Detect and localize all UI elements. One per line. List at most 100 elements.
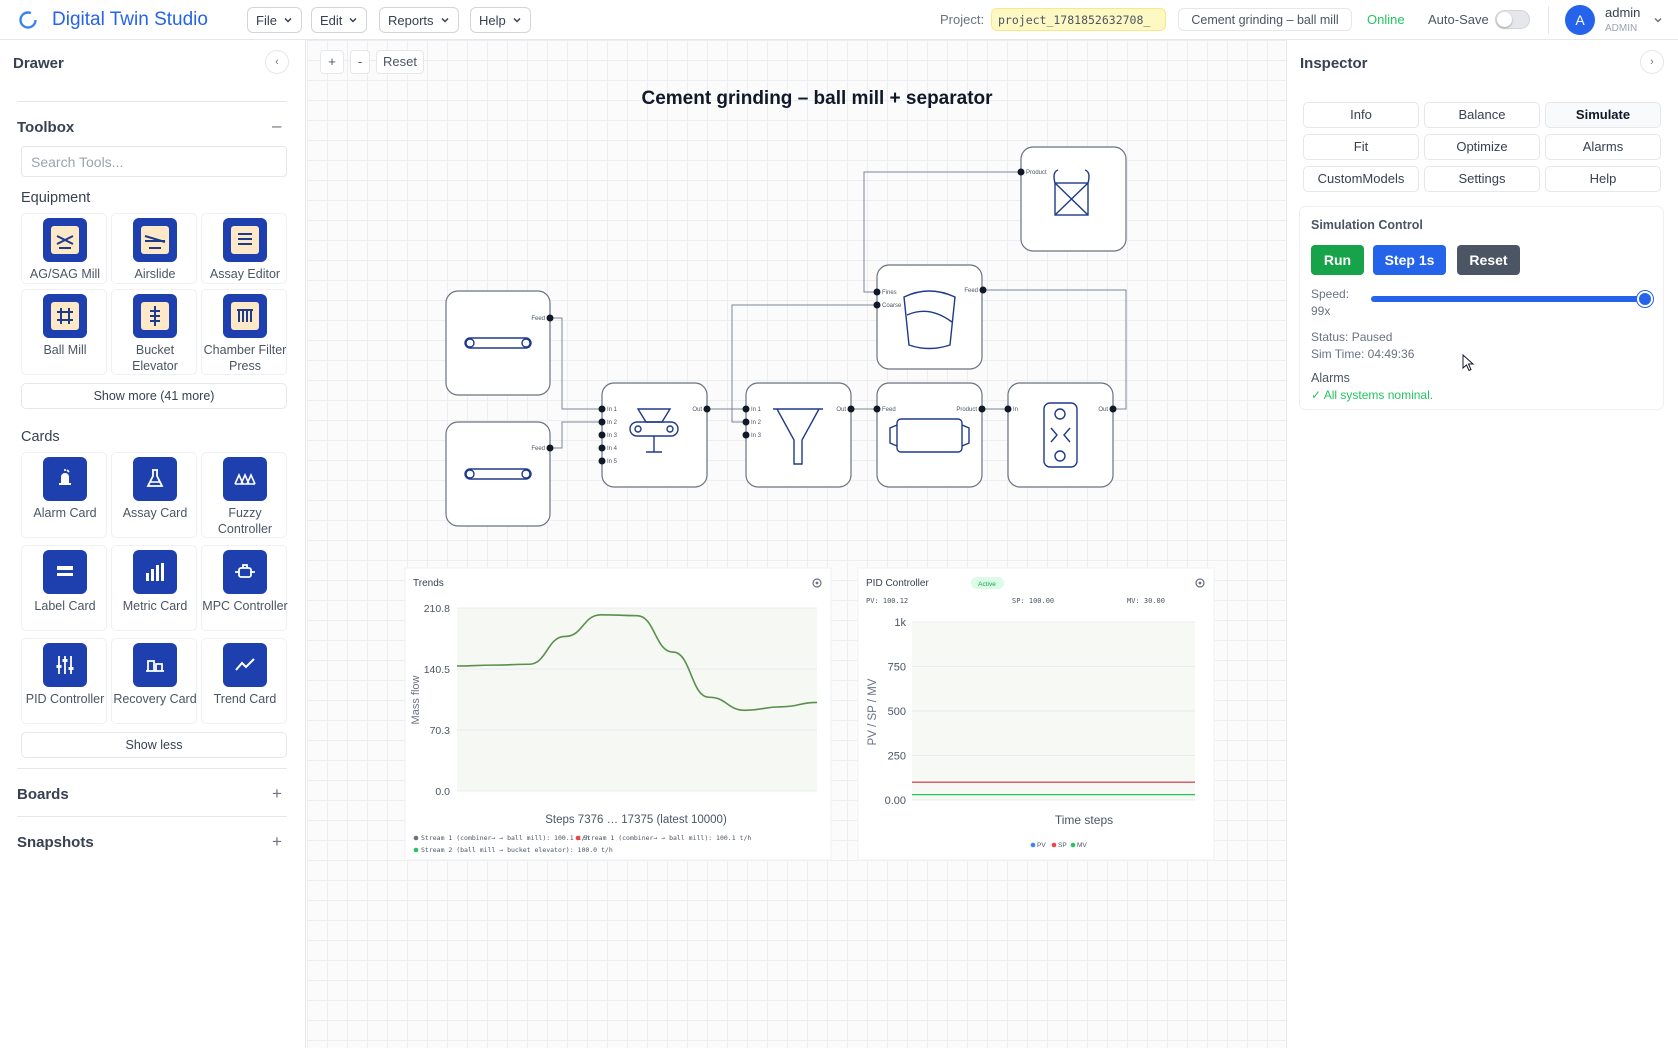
- port[interactable]: [1109, 405, 1117, 413]
- tile-label: PID Controller: [25, 692, 105, 706]
- tool-assay-card[interactable]: Assay Card: [111, 452, 197, 538]
- slider-thumb[interactable]: [1636, 291, 1653, 307]
- tool-ag-sag-mill[interactable]: AG/SAG Mill: [21, 213, 107, 284]
- tool-bucket-elevator[interactable]: Bucket Elevator: [111, 289, 197, 375]
- show-less-button[interactable]: Show less: [21, 732, 287, 758]
- port[interactable]: [742, 431, 750, 439]
- port[interactable]: [598, 405, 606, 413]
- tab-optimize[interactable]: Optimize: [1424, 134, 1540, 160]
- step-button[interactable]: Step 1s: [1373, 245, 1446, 275]
- tool-trend-card[interactable]: Trend Card: [201, 638, 287, 724]
- legend-dot: [1051, 842, 1057, 848]
- tile-label: Bucket Elevator: [132, 343, 178, 373]
- node-ball-mill[interactable]: [876, 382, 983, 488]
- node-feeder-2[interactable]: [445, 421, 551, 527]
- port[interactable]: [847, 405, 855, 413]
- port[interactable]: [703, 405, 711, 413]
- expand-snapshots-button[interactable]: +: [272, 832, 282, 852]
- tab-settings[interactable]: Settings: [1424, 166, 1540, 192]
- legend-item: Stream 1 (combiner→ → ball mill): 100.1 …: [421, 834, 589, 842]
- tile-label: Recovery Card: [113, 692, 197, 706]
- port-label: Feed: [964, 288, 978, 294]
- avatar[interactable]: A: [1565, 5, 1595, 35]
- card-title: Trends: [413, 578, 444, 589]
- node-product-silo[interactable]: [1020, 146, 1127, 252]
- port[interactable]: [742, 405, 750, 413]
- node-separator[interactable]: [876, 264, 983, 370]
- tool-assay-editor[interactable]: Assay Editor: [201, 213, 287, 284]
- tile-label: AG/SAG Mill: [29, 267, 101, 281]
- tab-balance[interactable]: Balance: [1424, 102, 1540, 128]
- tab-custom-models[interactable]: CustomModels: [1303, 166, 1419, 192]
- reset-simulation-button[interactable]: Reset: [1457, 245, 1520, 275]
- port[interactable]: [598, 418, 606, 426]
- project-id-field[interactable]: project_1781852632708_: [991, 8, 1166, 31]
- file-menu-button[interactable]: File: [247, 7, 302, 33]
- node-feeder-1[interactable]: [445, 290, 551, 396]
- port[interactable]: [873, 288, 881, 296]
- status-badge-label: Active: [978, 581, 996, 588]
- expand-boards-button[interactable]: +: [272, 784, 282, 804]
- user-name[interactable]: admin: [1605, 5, 1640, 20]
- port[interactable]: [546, 314, 554, 322]
- autosave-label: Auto-Save: [1428, 12, 1489, 27]
- stream-line: [550, 421, 602, 449]
- chevron-down-icon[interactable]: [1653, 15, 1663, 25]
- tab-help[interactable]: Help: [1545, 166, 1661, 192]
- speed-slider[interactable]: [1371, 291, 1653, 307]
- legend-dot: [413, 835, 419, 841]
- port[interactable]: [1017, 168, 1025, 176]
- port[interactable]: [546, 444, 554, 452]
- port[interactable]: [978, 405, 986, 413]
- tool-ball-mill[interactable]: Ball Mill: [21, 289, 107, 375]
- port[interactable]: [598, 431, 606, 439]
- tile-label: Label Card: [34, 599, 96, 613]
- speed-value: 99x: [1311, 304, 1331, 318]
- tool-search-input[interactable]: [21, 146, 287, 177]
- port[interactable]: [742, 418, 750, 426]
- tab-fit[interactable]: Fit: [1303, 134, 1419, 160]
- port[interactable]: [598, 444, 606, 452]
- toggle-knob: [1497, 12, 1512, 27]
- pid-controller-card[interactable]: PID Controller Active PV: 100.12 SP: 100…: [857, 567, 1215, 861]
- port[interactable]: [1004, 405, 1012, 413]
- port[interactable]: [598, 457, 606, 465]
- tool-fuzzy-controller[interactable]: Fuzzy Controller: [201, 452, 287, 538]
- show-more-button[interactable]: Show more (41 more): [21, 383, 287, 409]
- divider: [17, 768, 287, 769]
- flowsheet-canvas[interactable]: + - Reset Feed Feed In 1 In 2 In 3 In 4 …: [307, 40, 1286, 1048]
- autosave-toggle[interactable]: [1495, 10, 1530, 29]
- help-menu-button[interactable]: Help: [470, 7, 531, 33]
- node-combiner[interactable]: [601, 382, 708, 488]
- status-text: Status: Paused: [1311, 330, 1393, 344]
- collapse-drawer-button[interactable]: ‹: [265, 50, 289, 74]
- tab-simulate[interactable]: Simulate: [1545, 102, 1661, 128]
- node-splitter[interactable]: [745, 382, 852, 488]
- node-bucket-elevator[interactable]: [1007, 382, 1114, 488]
- port[interactable]: [873, 405, 881, 413]
- port[interactable]: [873, 301, 881, 309]
- run-button[interactable]: Run: [1311, 245, 1364, 275]
- collapse-toolbox-button[interactable]: –: [272, 116, 281, 136]
- tab-info[interactable]: Info: [1303, 102, 1419, 128]
- reports-menu-button[interactable]: Reports: [379, 7, 459, 33]
- tile-label: Fuzzy Controller: [217, 506, 273, 536]
- tab-alarms[interactable]: Alarms: [1545, 134, 1661, 160]
- collapse-inspector-button[interactable]: ›: [1640, 50, 1664, 74]
- project-name-field[interactable]: Cement grinding – ball mill: [1178, 8, 1352, 31]
- trends-card[interactable]: Trends 210.8 140.5 70.3 0.0 Mass flow Steps…: [404, 567, 832, 861]
- port-label: In 5: [607, 459, 618, 465]
- tool-metric-card[interactable]: Metric Card: [111, 545, 197, 631]
- tool-chamber-filter-press[interactable]: Chamber Filter Press: [201, 289, 287, 375]
- snapshots-title: Snapshots: [17, 834, 94, 851]
- tool-mpc-controller[interactable]: MPC Controller: [201, 545, 288, 631]
- flowsheet-diagram: Feed Feed In 1 In 2 In 3 In 4 In 5 Out I…: [404, 146, 1215, 861]
- port[interactable]: [979, 286, 987, 294]
- tool-label-card[interactable]: Label Card: [21, 545, 107, 631]
- tool-airslide[interactable]: Airslide: [111, 213, 197, 284]
- tool-recovery-card[interactable]: Recovery Card: [111, 638, 197, 724]
- bar-chart-icon: [133, 550, 177, 594]
- tool-alarm-card[interactable]: Alarm Card: [21, 452, 107, 538]
- edit-menu-button[interactable]: Edit: [311, 7, 368, 33]
- tool-pid-controller[interactable]: PID Controller: [21, 638, 107, 724]
